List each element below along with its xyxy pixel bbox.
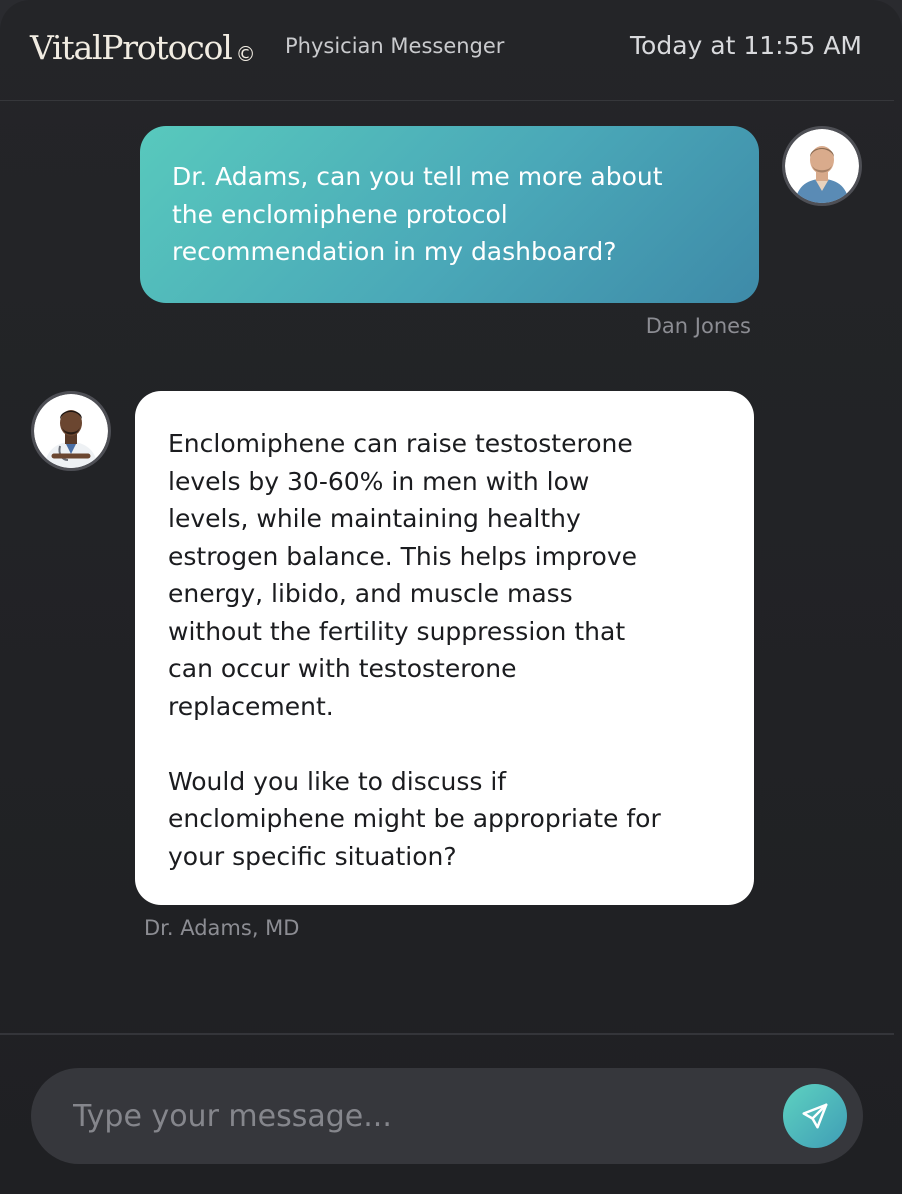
app-name: Physician Messenger bbox=[285, 34, 505, 58]
physician-message-bubble: Enclomiphene can raise testosterone leve… bbox=[135, 391, 754, 905]
physician-avatar bbox=[31, 391, 111, 471]
send-icon bbox=[802, 1103, 828, 1129]
header: VitalProtocol © Physician Messenger Today… bbox=[0, 0, 894, 101]
composer-divider bbox=[0, 1033, 894, 1035]
brand-mark: © bbox=[235, 42, 256, 66]
patient-avatar-image bbox=[785, 129, 859, 203]
brand-name: VitalProtocol bbox=[30, 28, 233, 67]
brand-logo: VitalProtocol © bbox=[30, 28, 256, 67]
message-input[interactable] bbox=[71, 1092, 771, 1140]
patient-avatar bbox=[782, 126, 862, 206]
send-button[interactable] bbox=[783, 1084, 847, 1148]
patient-message-bubble: Dr. Adams, can you tell me more about th… bbox=[140, 126, 759, 303]
physician-avatar-image bbox=[34, 394, 108, 468]
conversation-timestamp: Today at 11:55 AM bbox=[630, 31, 862, 60]
physician-sender-name: Dr. Adams, MD bbox=[144, 916, 300, 940]
patient-sender-name: Dan Jones bbox=[645, 314, 751, 338]
message-composer bbox=[31, 1068, 863, 1164]
messenger-window: VitalProtocol © Physician Messenger Today… bbox=[0, 0, 902, 1194]
